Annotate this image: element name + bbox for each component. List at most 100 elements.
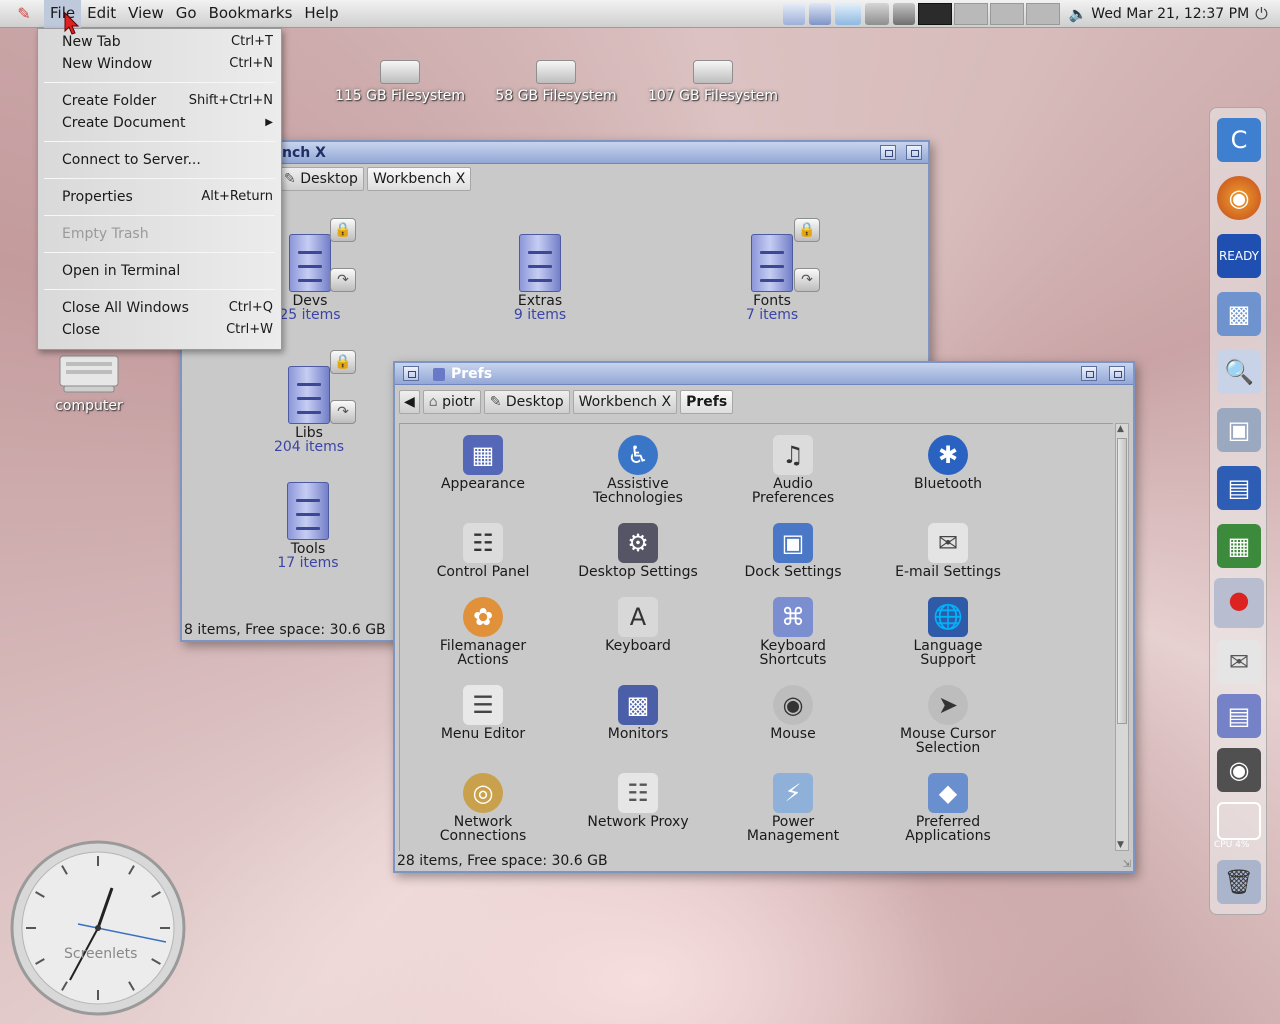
prefs-status: 28 items, Free space: 30.6 GB: [397, 853, 608, 869]
menu-go[interactable]: Go: [170, 0, 203, 28]
pref-keyboard[interactable]: A Keyboard: [563, 597, 713, 653]
prefs-title: Prefs: [451, 366, 493, 382]
iconify-button[interactable]: [880, 145, 896, 160]
drawer-icon[interactable]: ▤: [1217, 694, 1261, 738]
power-icon[interactable]: ⏻: [1255, 4, 1268, 24]
speaker-icon[interactable]: ◉: [1217, 748, 1261, 792]
scroll-up-icon[interactable]: ▲: [1117, 424, 1124, 434]
workspace-3[interactable]: [989, 2, 1024, 25]
menu-item-properties[interactable]: Properties Alt+Return: [38, 186, 281, 208]
menu-item-new-window[interactable]: New Window Ctrl+N: [38, 53, 281, 75]
audio-icon: ♫: [773, 435, 813, 475]
zoom-button[interactable]: [906, 145, 922, 160]
drive-115gb[interactable]: 115 GB Filesystem: [330, 60, 470, 104]
pref-keyboard-shortcuts[interactable]: ⌘ Keyboard Shortcuts: [718, 597, 868, 667]
menu-view[interactable]: View: [122, 0, 170, 28]
workspace-2[interactable]: [953, 2, 988, 25]
menu-item-create-document[interactable]: Create Document ▶: [38, 112, 281, 134]
monitor-icon[interactable]: [808, 2, 831, 25]
trash-icon[interactable]: 🗑: [1217, 860, 1261, 904]
pref-desktop-settings[interactable]: ⚙ Desktop Settings: [563, 523, 713, 579]
app-menu-icon[interactable]: ✎: [12, 4, 36, 24]
prefs-titlebar[interactable]: Prefs: [395, 363, 1133, 385]
scroll-down-icon[interactable]: ▼: [1117, 840, 1124, 850]
zoom-button[interactable]: [1109, 366, 1125, 381]
workspace-4[interactable]: [1025, 2, 1060, 25]
bluetooth-icon: ✱: [928, 435, 968, 475]
drive-58gb[interactable]: 58 GB Filesystem: [486, 60, 626, 104]
pref-network-proxy[interactable]: ☷ Network Proxy: [563, 773, 713, 829]
pref-control-panel[interactable]: ☷ Control Panel: [408, 523, 558, 579]
iconify-button[interactable]: [1081, 366, 1097, 381]
scroll-thumb[interactable]: [1117, 438, 1127, 724]
firefox-icon[interactable]: ◉: [1217, 176, 1261, 220]
pref-network-connections[interactable]: ◎ Network Connections: [408, 773, 558, 843]
pref-language-support[interactable]: 🌐 Language Support: [873, 597, 1023, 667]
hardware-card-icon[interactable]: ▦: [1217, 524, 1261, 568]
mail-lock-icon[interactable]: ✉: [1217, 640, 1261, 684]
drawer-tools[interactable]: Tools 17 items: [268, 482, 348, 570]
recording-icon[interactable]: ●: [1214, 578, 1264, 628]
pref-assistive[interactable]: ♿ Assistive Technologies: [563, 435, 713, 505]
pref-mouse[interactable]: ◉ Mouse: [718, 685, 868, 741]
menu-item-close-all[interactable]: Close All Windows Ctrl+Q: [38, 297, 281, 319]
tools-icon[interactable]: [892, 2, 915, 25]
control-panel-icon: ☷: [463, 523, 503, 563]
back-button[interactable]: ◀: [399, 390, 420, 414]
menu-item-empty-trash: Empty Trash: [62, 226, 149, 242]
pref-monitors[interactable]: ▩ Monitors: [563, 685, 713, 741]
network-computers-icon[interactable]: ▩: [1217, 292, 1261, 336]
drawer-icon: [519, 234, 561, 292]
menu-edit[interactable]: Edit: [81, 0, 122, 28]
workbench-titlebar[interactable]: nch X: [182, 142, 928, 164]
pref-dock-settings[interactable]: ▣ Dock Settings: [718, 523, 868, 579]
commodore-logo-icon[interactable]: C: [1217, 118, 1261, 162]
computer-icon-item[interactable]: computer: [44, 350, 134, 414]
close-button[interactable]: [403, 366, 419, 381]
vertical-scrollbar[interactable]: ▲ ▼: [1115, 423, 1129, 851]
crumb-desktop[interactable]: ✎ Desktop: [278, 167, 364, 191]
resize-grip-icon[interactable]: ⇲: [1123, 859, 1131, 870]
crumb-prefs[interactable]: Prefs: [680, 390, 734, 414]
cpu-monitor-icon[interactable]: [1217, 802, 1261, 840]
pref-menu-editor[interactable]: ☰ Menu Editor: [408, 685, 558, 741]
menu-help[interactable]: Help: [298, 0, 344, 28]
document-icon[interactable]: ▤: [1217, 466, 1261, 510]
clock-screenlet[interactable]: Screenlets: [8, 838, 188, 1018]
workspace-icon[interactable]: [834, 2, 861, 25]
search-icon[interactable]: 🔍: [1217, 350, 1261, 394]
drive-107gb[interactable]: 107 GB Filesystem: [642, 60, 784, 104]
pref-email-settings[interactable]: ✉ E-mail Settings: [873, 523, 1023, 579]
window-list-icon[interactable]: [782, 2, 805, 25]
crumb-desktop[interactable]: ✎ Desktop: [483, 390, 570, 414]
crumb-workbench[interactable]: Workbench X: [366, 167, 472, 191]
screenshot-icon[interactable]: ▣: [1217, 408, 1261, 452]
pref-bluetooth[interactable]: ✱ Bluetooth: [873, 435, 1023, 491]
pref-preferred-apps[interactable]: ◆ Preferred Applications: [873, 773, 1023, 843]
chevron-left-icon: ◀: [404, 394, 415, 410]
tray-area: 🔈 Wed Mar 21, 12:37 PM ⏻: [781, 0, 1268, 28]
workspace-1[interactable]: [917, 2, 952, 25]
pref-mouse-cursor[interactable]: ➤ Mouse Cursor Selection: [873, 685, 1023, 755]
menu-item-close[interactable]: Close Ctrl+W: [38, 319, 281, 341]
windows-stack-icon[interactable]: [864, 2, 889, 25]
volume-icon[interactable]: 🔈: [1069, 5, 1088, 23]
pref-appearance[interactable]: ▦ Appearance: [408, 435, 558, 491]
crumb-workbench[interactable]: Workbench X: [572, 390, 678, 414]
keyboard-shortcuts-icon: ⌘: [773, 597, 813, 637]
pref-filemanager-actions[interactable]: ✿ Filemanager Actions: [408, 597, 558, 667]
prefs-window: Prefs ◀ ⌂ piotr ✎ Desktop Workbench X Pr…: [393, 361, 1135, 873]
menu-bookmarks[interactable]: Bookmarks: [203, 0, 299, 28]
pref-power-management[interactable]: ⚡ Power Management: [718, 773, 868, 843]
menu-item-open-terminal[interactable]: Open in Terminal: [38, 260, 281, 282]
menu-separator: [44, 141, 275, 142]
menu-item-create-folder[interactable]: Create Folder Shift+Ctrl+N: [38, 90, 281, 112]
terminal-ready-icon[interactable]: READY: [1217, 234, 1261, 278]
drive-label: 115 GB Filesystem: [334, 88, 466, 104]
crumb-home[interactable]: ⌂ piotr: [422, 390, 481, 414]
drawer-extras[interactable]: Extras 9 items: [500, 234, 580, 322]
panel-clock[interactable]: Wed Mar 21, 12:37 PM: [1087, 6, 1255, 22]
dock: C ◉ READY ▩ 🔍 ▣ ▤ ▦ ● ✉ ▤ ◉ CPU 4% 🗑: [1209, 107, 1267, 915]
menu-item-connect-server[interactable]: Connect to Server...: [38, 149, 281, 171]
pref-audio[interactable]: ♫ Audio Preferences: [718, 435, 868, 505]
